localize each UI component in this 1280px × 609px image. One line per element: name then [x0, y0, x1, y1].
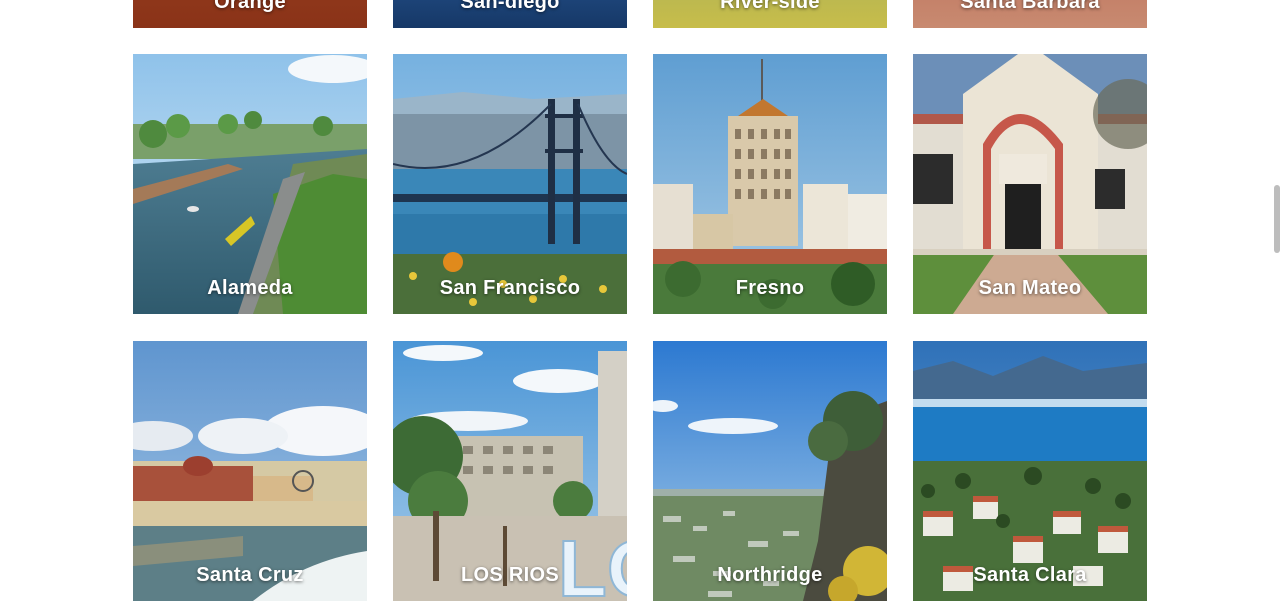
city-card-santa-barbara[interactable]: Santa Barbara [913, 0, 1147, 28]
city-label: River-side [720, 0, 820, 13]
city-image [133, 54, 367, 314]
city-label: San Francisco [439, 277, 581, 299]
city-image [913, 54, 1147, 314]
city-label: Santa Clara [973, 564, 1087, 586]
city-label: LOS RIOS [461, 564, 559, 586]
city-card-santa-cruz[interactable]: Santa Cruz [133, 341, 367, 601]
city-label: Alameda [207, 277, 293, 299]
city-card-northridge[interactable]: Northridge [653, 341, 887, 601]
city-label: Orange [214, 0, 286, 13]
city-card-river-side[interactable]: River-side [653, 0, 887, 28]
city-label: San-diego [460, 0, 560, 13]
city-grid: Orange San-diego River-side Santa Barbar… [0, 0, 1280, 609]
city-label: Northridge [717, 564, 823, 586]
city-card-los-rios[interactable]: LO LOS RIOS [393, 341, 627, 601]
city-card-san-francisco[interactable]: San Francisco [393, 54, 627, 314]
city-card-santa-clara[interactable]: Santa Clara [913, 341, 1147, 601]
city-card-san-diego[interactable]: San-diego [393, 0, 627, 28]
city-card-san-mateo[interactable]: San Mateo [913, 54, 1147, 314]
city-image [653, 54, 887, 314]
vertical-scrollbar[interactable] [1274, 185, 1280, 253]
city-image: LO [393, 341, 627, 601]
city-card-orange[interactable]: Orange [133, 0, 367, 28]
city-label: Santa Barbara [960, 0, 1100, 13]
city-label: Santa Cruz [196, 564, 304, 586]
city-image [133, 341, 367, 601]
city-label: San Mateo [978, 277, 1082, 299]
city-card-alameda[interactable]: Alameda [133, 54, 367, 314]
city-card-fresno[interactable]: Fresno [653, 54, 887, 314]
city-image [913, 341, 1147, 601]
city-image [653, 341, 887, 601]
city-image [393, 54, 627, 314]
svg-text:LO: LO [558, 524, 627, 601]
city-label: Fresno [735, 277, 805, 299]
